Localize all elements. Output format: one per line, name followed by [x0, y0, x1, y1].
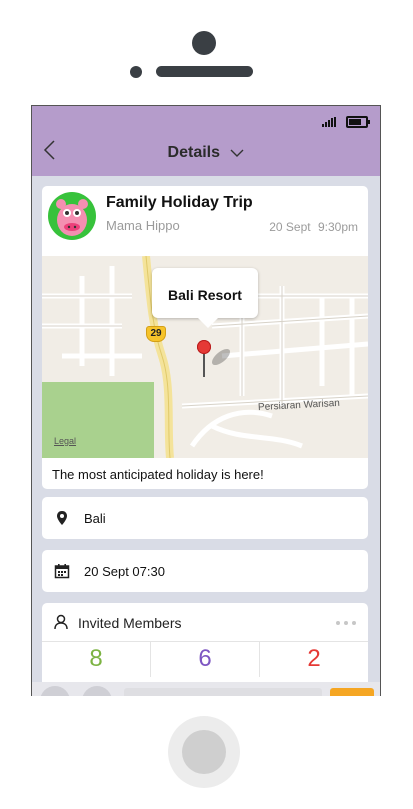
sensor [130, 66, 142, 78]
event-date: 20 Sept [269, 220, 311, 234]
event-title: Family Holiday Trip [106, 194, 253, 211]
legal-link[interactable]: Legal [54, 436, 76, 446]
pin-stick [203, 353, 205, 377]
chevron-down-icon [230, 149, 244, 157]
app-header: Details [32, 106, 380, 176]
event-datetime: 20 Sept 9:30pm [269, 220, 358, 234]
bottom-action-1-icon[interactable] [40, 686, 70, 696]
page-title-label: Details [167, 144, 220, 161]
road-number-badge: 29 [146, 326, 166, 342]
send-button[interactable] [330, 688, 374, 696]
location-row[interactable]: Bali [42, 497, 368, 539]
page-title[interactable]: Details [32, 144, 380, 162]
location-pin-icon [57, 511, 67, 525]
event-card: Family Holiday Trip Mama Hippo 20 Sept 9… [42, 186, 368, 489]
more-options-icon[interactable] [336, 621, 356, 625]
status-bar [322, 116, 370, 128]
member-count-declined[interactable]: 2 [259, 641, 368, 677]
schedule-value: 20 Sept 07:30 [84, 563, 165, 579]
event-description: The most anticipated holiday is here! [52, 467, 264, 482]
bottom-action-2-icon[interactable] [82, 686, 112, 696]
phone-screen: Details Family Holiday Trip Mama Hippo 2… [31, 105, 381, 696]
person-icon [54, 614, 68, 630]
member-count-accepted[interactable]: 8 [42, 641, 150, 677]
map-view[interactable]: 29 Persiaran Warisan Legal Bali Resort [42, 256, 368, 458]
battery-icon [346, 116, 370, 128]
calendar-icon [54, 564, 70, 579]
home-button[interactable] [182, 730, 226, 774]
event-author[interactable]: Mama Hippo [106, 218, 180, 233]
members-label: Invited Members [78, 615, 182, 631]
front-camera [192, 31, 216, 55]
schedule-row[interactable]: 20 Sept 07:30 [42, 550, 368, 592]
hippo-avatar-icon [56, 199, 88, 236]
bottom-input-bar [32, 682, 380, 696]
earpiece-speaker [156, 66, 253, 77]
avatar[interactable] [48, 192, 96, 240]
map-pin-icon[interactable] [197, 340, 211, 354]
signal-icon [322, 117, 336, 127]
map-marker-callout[interactable]: Bali Resort [152, 268, 258, 328]
members-header[interactable]: Invited Members [42, 603, 368, 642]
comment-input[interactable] [124, 688, 322, 696]
member-counts: 8 6 2 [42, 641, 368, 677]
location-value: Bali [84, 510, 106, 526]
event-time: 9:30pm [317, 220, 358, 234]
member-count-pending[interactable]: 6 [150, 641, 259, 677]
